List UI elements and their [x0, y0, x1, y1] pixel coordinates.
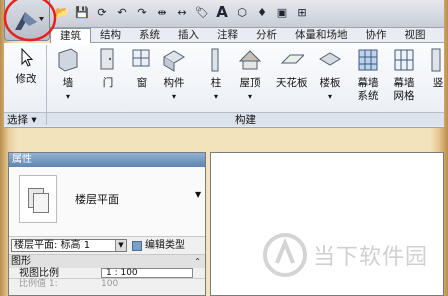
dimension-icon[interactable]: ↔ — [174, 4, 190, 20]
tab-8[interactable]: 视图 — [396, 28, 435, 42]
ribbon-button-label: 屋顶 — [239, 77, 261, 89]
type-name: 楼层平面 — [75, 193, 119, 206]
collapse-icon: ⌃ — [194, 257, 201, 266]
ribbon-tabs: 建筑 结构 系统 插入 注释 分析 体量和场地 协作 视图 — [50, 28, 444, 43]
3d-view-icon[interactable]: ⬡ — [234, 4, 250, 20]
tab-5[interactable]: 分析 — [247, 28, 286, 42]
measure-icon[interactable]: ⇹ — [154, 4, 170, 20]
property-row-scale[interactable]: 视图比例 1 : 100 — [9, 268, 205, 279]
properties-title: 属性 — [9, 153, 205, 167]
tab-6[interactable]: 体量和场地 — [286, 28, 357, 42]
tab-4[interactable]: 注释 — [208, 28, 247, 42]
ribbon-button-column[interactable]: 柱 ▾ — [204, 47, 228, 103]
type-preview[interactable]: 楼层平面 ▼ — [9, 167, 205, 237]
ribbon-button-label: 天花板 — [276, 77, 308, 89]
ribbon-button-label: 门 — [102, 77, 114, 89]
ribbon-button-floor[interactable]: 楼板 ▾ — [318, 47, 342, 103]
ribbon-button-label: 楼板 — [319, 77, 341, 89]
curtain-grid-icon — [394, 49, 414, 71]
curtain-system-icon — [358, 49, 378, 71]
floor-plan-icon — [19, 175, 57, 223]
tab-1[interactable]: 结构 — [91, 28, 130, 42]
ceiling-icon — [280, 54, 304, 64]
close-hidden-icon[interactable]: ⊞ — [294, 4, 310, 20]
instance-selector[interactable]: 楼层平面: 标高 1 ▼ — [11, 239, 127, 252]
build-group-label: 构建 — [47, 112, 444, 126]
section-icon[interactable]: ♦ — [254, 4, 270, 20]
ribbon-button-wall[interactable]: 墙 ▾ — [56, 47, 80, 103]
ribbon-button-component[interactable]: 构件 ▾ — [162, 47, 186, 103]
watermark: 当下软件园 — [263, 233, 428, 277]
component-icon — [163, 50, 185, 72]
ribbon-button-door[interactable]: 门 — [96, 47, 120, 90]
ribbon-button-window[interactable]: 窗 — [130, 47, 154, 90]
dropdown-arrow-icon: ▾ — [213, 92, 218, 101]
property-row-scale-value: 比例值 1: 100 — [19, 279, 119, 289]
switch-windows-icon[interactable]: ▣ — [274, 4, 290, 20]
wall-icon — [58, 48, 78, 72]
properties-panel: 属性 楼层平面 ▼ 楼层平面: 标高 1 ▼ 编辑类型 图形 ⌃ 视图比例 1 … — [8, 152, 206, 296]
watermark-text: 当下软件园 — [313, 245, 429, 270]
modify-button[interactable]: 修改 — [10, 47, 42, 86]
ribbon-button-label: 墙 — [62, 77, 74, 89]
tab-3[interactable]: 插入 — [169, 28, 208, 42]
column-icon — [211, 48, 219, 72]
text-icon[interactable]: A — [214, 3, 230, 21]
dropdown-arrow-icon: ▾ — [65, 92, 70, 101]
select-group-label[interactable]: 选择 ▾ — [4, 112, 46, 126]
edit-type-icon — [132, 240, 142, 251]
quick-access-icons: 📂 💾 ⟳ ↶ ↷ ⇹ ↔ 🏷 A ⬡ ♦ ▣ ⊞ — [54, 3, 310, 21]
dropdown-arrow-icon: ▾ — [327, 92, 332, 101]
ribbon-button-curtain-grid[interactable]: 幕墙 网格 — [392, 47, 416, 103]
redo-icon[interactable]: ↷ — [134, 4, 150, 20]
drawing-canvas[interactable]: 当下软件园 — [210, 152, 444, 296]
save-icon[interactable]: 💾 — [74, 4, 90, 20]
application-window: 📂 💾 ⟳ ↶ ↷ ⇹ ↔ 🏷 A ⬡ ♦ ▣ ⊞ 建筑 结构 系统 插入 注释 分析 体量和场地 协作 视图 修改 墙… — [0, 0, 448, 296]
watermark-logo-icon — [263, 233, 307, 277]
tab-7[interactable]: 协作 — [357, 28, 396, 42]
ribbon-button-roof[interactable]: 屋顶 ▾ — [238, 47, 262, 103]
scale-value-field[interactable]: 1 : 100 — [101, 268, 193, 278]
ribbon-button-label: 构件 — [163, 77, 185, 89]
chevron-down-icon: ▼ — [195, 190, 202, 199]
ribbon-button-label: 幕墙 系统 — [357, 77, 379, 102]
ribbon-button-label: 幕墙 网格 — [393, 77, 415, 102]
tag-icon[interactable]: 🏷 — [194, 4, 210, 20]
ribbon-button-label: 窗 — [136, 77, 148, 89]
cursor-arrow-icon — [21, 47, 34, 67]
ribbon-button-curtain-system[interactable]: 幕墙 系统 — [356, 47, 380, 103]
dropdown-arrow-icon: ▼ — [115, 240, 126, 251]
floor-icon — [319, 52, 341, 66]
ribbon-button-mullion[interactable]: 竖 — [426, 47, 448, 90]
section-graphics[interactable]: 图形 ⌃ — [9, 255, 205, 268]
ribbon: 修改 墙 ▾ 门窗构件 ▾ 柱 ▾ 屋顶 ▾ 天花板 楼板 ▾ 幕墙 系统 幕墙 网格竖 选择 ▾ 构建 — [4, 43, 444, 128]
tab-2[interactable]: 系统 — [130, 28, 169, 42]
edit-type-button[interactable]: 编辑类型 — [132, 239, 185, 252]
window-icon — [132, 49, 150, 67]
ribbon-button-ceiling[interactable]: 天花板 — [276, 47, 308, 90]
modify-label: 修改 — [15, 73, 37, 85]
ribbon-button-label: 竖 — [432, 77, 444, 89]
quick-access-toolbar: 📂 💾 ⟳ ↶ ↷ ⇹ ↔ 🏷 A ⬡ ♦ ▣ ⊞ — [4, 0, 444, 28]
door-icon — [100, 48, 114, 70]
undo-icon[interactable]: ↶ — [114, 4, 130, 20]
mullion-icon — [431, 48, 441, 72]
sync-icon[interactable]: ⟳ — [94, 4, 110, 20]
dropdown-arrow-icon: ▾ — [247, 92, 252, 101]
highlight-circle — [3, 0, 57, 42]
roof-icon — [238, 50, 262, 70]
dropdown-arrow-icon: ▾ — [171, 92, 176, 101]
ribbon-button-label: 柱 — [210, 77, 222, 89]
